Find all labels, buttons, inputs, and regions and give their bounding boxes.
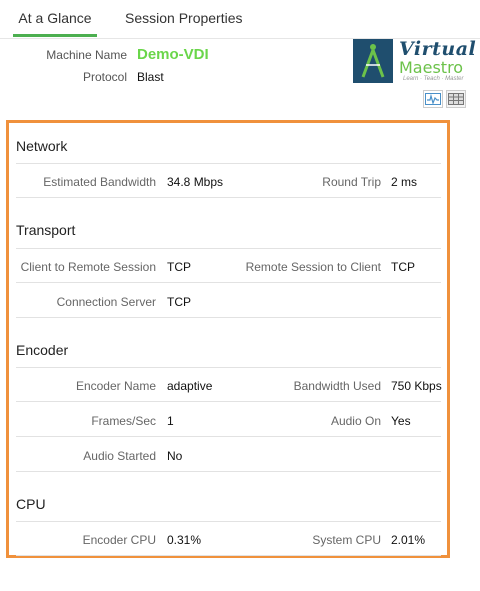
- divider: [16, 471, 441, 472]
- encoder-name-label: Encoder Name: [75, 379, 156, 393]
- machine-name-label: Machine Name: [46, 48, 127, 62]
- system-cpu-value: 2.01%: [391, 533, 426, 547]
- remote-to-client-value: TCP: [391, 260, 415, 274]
- divider: [16, 317, 441, 318]
- tab-bar: At a Glance Session Properties: [0, 0, 480, 39]
- round-trip-value: 2 ms: [391, 175, 418, 189]
- divider: [16, 555, 441, 556]
- frames-per-sec-value: 1: [167, 414, 174, 428]
- virtual-maestro-logo: Virtual Maestro Learn · Teach · Master: [353, 38, 476, 84]
- divider: [16, 401, 441, 402]
- logo-text-virtual: Virtual: [399, 38, 477, 60]
- encoder-cpu-value: 0.31%: [167, 533, 202, 547]
- client-to-remote-value: TCP: [167, 260, 191, 274]
- frames-per-sec-label: Frames/Sec: [91, 414, 156, 428]
- network-section-title: Network: [16, 138, 68, 154]
- bandwidth-used-label: Bandwidth Used: [293, 379, 381, 393]
- audio-on-value: Yes: [391, 414, 411, 428]
- audio-started-label: Audio Started: [83, 449, 156, 463]
- client-to-remote-label: Client to Remote Session: [20, 260, 156, 274]
- grid-view-icon: [447, 93, 465, 111]
- remote-to-client-label: Remote Session to Client: [245, 260, 381, 274]
- cpu-section-title: CPU: [16, 496, 46, 512]
- logo-tagline: Learn · Teach · Master: [403, 76, 464, 82]
- system-cpu-label: System CPU: [312, 533, 381, 547]
- audio-started-value: No: [167, 449, 183, 463]
- round-trip-label: Round Trip: [322, 175, 381, 189]
- divider: [16, 521, 441, 522]
- transport-section-title: Transport: [16, 222, 76, 238]
- divider: [16, 248, 441, 249]
- estimated-bandwidth-value: 34.8 Mbps: [167, 175, 224, 189]
- protocol-value: Blast: [137, 70, 164, 84]
- connection-server-label: Connection Server: [56, 295, 156, 309]
- estimated-bandwidth-label: Estimated Bandwidth: [43, 175, 156, 189]
- logo-mark-icon: [353, 39, 393, 83]
- audio-on-label: Audio On: [330, 414, 381, 428]
- protocol-label: Protocol: [82, 70, 127, 84]
- bandwidth-used-value: 750 Kbps: [391, 379, 442, 393]
- machine-name-value: Demo-VDI: [137, 46, 209, 63]
- grid-view-button[interactable]: [446, 90, 466, 108]
- divider: [16, 163, 441, 164]
- divider: [16, 282, 441, 283]
- divider: [16, 197, 441, 198]
- chart-view-button[interactable]: [423, 90, 443, 108]
- connection-server-value: TCP: [167, 295, 191, 309]
- tab-at-a-glance[interactable]: At a Glance: [13, 0, 97, 37]
- tab-session-properties[interactable]: Session Properties: [125, 0, 243, 36]
- session-stats-panel: Network Estimated Bandwidth 34.8 Mbps Ro…: [6, 120, 450, 558]
- logo-text-maestro: Maestro: [399, 58, 464, 77]
- encoder-cpu-label: Encoder CPU: [82, 533, 156, 547]
- chart-view-icon: [424, 93, 442, 111]
- divider: [16, 436, 441, 437]
- encoder-name-value: adaptive: [167, 379, 213, 393]
- encoder-section-title: Encoder: [16, 342, 69, 358]
- divider: [16, 367, 441, 368]
